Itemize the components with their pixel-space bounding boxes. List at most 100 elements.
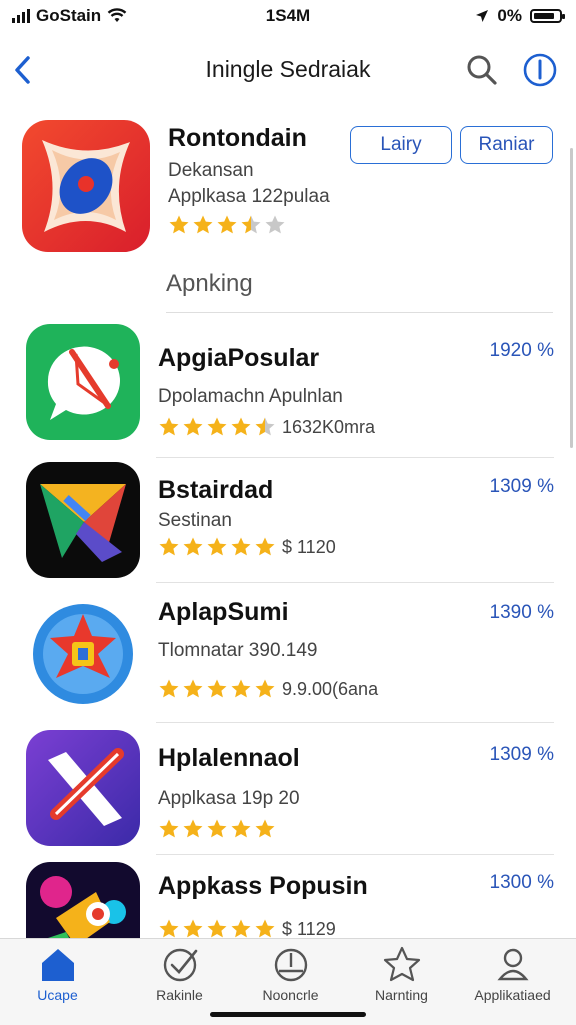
star-icon [383,946,420,982]
star-icon [159,679,179,698]
star-icon [255,819,275,838]
clock-icon [274,948,307,982]
star-icon [217,215,237,234]
featured-app-name: Rontondain [168,124,307,152]
tab-narnting[interactable]: Narnting [344,945,459,1015]
rating-stars [158,918,276,938]
tab-rakinle[interactable]: Rakinle [122,945,237,1015]
star-icon [183,919,203,938]
tab-label: Rakinle [156,987,203,1003]
check-circle-icon [163,948,197,982]
rating-stars [158,416,276,438]
rating-text: 9.9.00(6ana [282,678,379,699]
app-icon[interactable] [26,862,140,938]
app-rating: 9.9.00(6ana [158,678,378,700]
featured-app-rating [168,214,286,236]
tab-ucape[interactable]: Ucape [0,945,115,1015]
nav-bar: Iningle Sedraiak [0,46,576,94]
raniar-button[interactable]: Raniar [460,126,553,164]
app-icon[interactable] [26,596,140,712]
star-icon [231,417,251,436]
row-divider [156,582,554,583]
star-icon [265,215,285,234]
tab-label: Nooncrle [262,987,319,1003]
star-icon [207,417,227,436]
scrollbar[interactable] [570,148,573,448]
star-icon [207,679,227,698]
app-price[interactable]: 1920 % [490,340,554,362]
app-price[interactable]: 1390 % [490,602,554,624]
location-arrow-icon [476,10,489,22]
star-icon [231,537,251,556]
home-icon [41,949,74,981]
person-icon [496,948,529,981]
lairy-button[interactable]: Lairy [350,126,452,164]
star-icon [207,537,227,556]
search-icon[interactable] [464,52,500,88]
rating-text: 1632K0mra [282,416,376,437]
star-icon [241,215,261,234]
star-icon [255,537,275,556]
star-icon [231,919,251,938]
star-icon [207,819,227,838]
star-icon [183,537,203,556]
section-title: Apnking [166,270,253,297]
star-icon [159,417,179,436]
tab-nooncrle[interactable]: Nooncrle [233,945,348,1015]
home-indicator [210,1012,366,1017]
rating-stars [158,678,276,700]
app-rating: $ 1120 [158,536,336,558]
star-icon [159,537,179,556]
app-icon[interactable] [26,324,140,440]
tab-label: Ucape [37,987,78,1003]
star-icon [255,679,275,698]
rating-stars [158,536,276,558]
battery-icon [530,9,565,23]
app-row[interactable]: Bstairdad 1309 % Sestinan $ 1120 [0,460,576,584]
row-divider [156,457,554,458]
app-rating: $ 1129 [158,918,336,938]
app-price[interactable]: 1300 % [490,872,554,894]
app-price[interactable]: 1309 % [490,476,554,498]
app-row[interactable]: Hplalennaol 1309 % Applkasa 19p 20 [0,724,576,856]
app-subtitle: Sestinan [158,510,232,531]
app-name: AplapSumi [158,598,289,626]
featured-app-meta: Applkasa 122pulaa [168,186,330,207]
app-subtitle: Applkasa 19p 20 [158,788,300,809]
app-subtitle: Dpolamachn Apulnlan [158,386,343,407]
rating-text: $ 1120 [282,536,336,557]
info-icon[interactable] [522,52,558,88]
star-icon [193,215,213,234]
featured-app-icon[interactable] [22,120,150,252]
battery-percent: 0% [497,6,522,25]
app-rating [158,818,282,840]
star-icon [207,919,227,938]
featured-app-subtitle: Dekansan [168,160,254,181]
rating-text: $ 1129 [282,918,336,939]
app-name: Appkass Popusin [158,872,368,900]
app-row[interactable]: ApgiaPosular 1920 % Dpolamachn Apulnlan … [0,320,576,460]
tab-applikatiaed[interactable]: Applikatiaed [455,945,570,1015]
app-icon[interactable] [26,730,140,846]
star-icon [159,819,179,838]
app-row[interactable]: Appkass Popusin 1300 % $ 1129 [0,856,576,938]
featured-app[interactable]: Rontondain Dekansan Applkasa 122pulaa La… [0,110,576,270]
status-right: 0% [475,6,565,26]
star-icon [183,679,203,698]
status-bar: GoStain 1S4M 0% [0,0,576,34]
app-icon[interactable] [26,462,140,578]
row-divider [156,722,554,723]
app-row[interactable]: AplapSumi 1390 % Tlomnatar 390.149 9.9.0… [0,584,576,724]
star-icon [183,819,203,838]
rating-stars [158,818,276,840]
row-divider [156,854,554,855]
app-price[interactable]: 1309 % [490,744,554,766]
star-icon [183,417,203,436]
star-icon [255,417,275,436]
star-icon [255,919,275,938]
star-icon [159,919,179,938]
star-icon [231,819,251,838]
app-name: ApgiaPosular [158,344,320,372]
star-icon [231,679,251,698]
star-icon [169,215,189,234]
